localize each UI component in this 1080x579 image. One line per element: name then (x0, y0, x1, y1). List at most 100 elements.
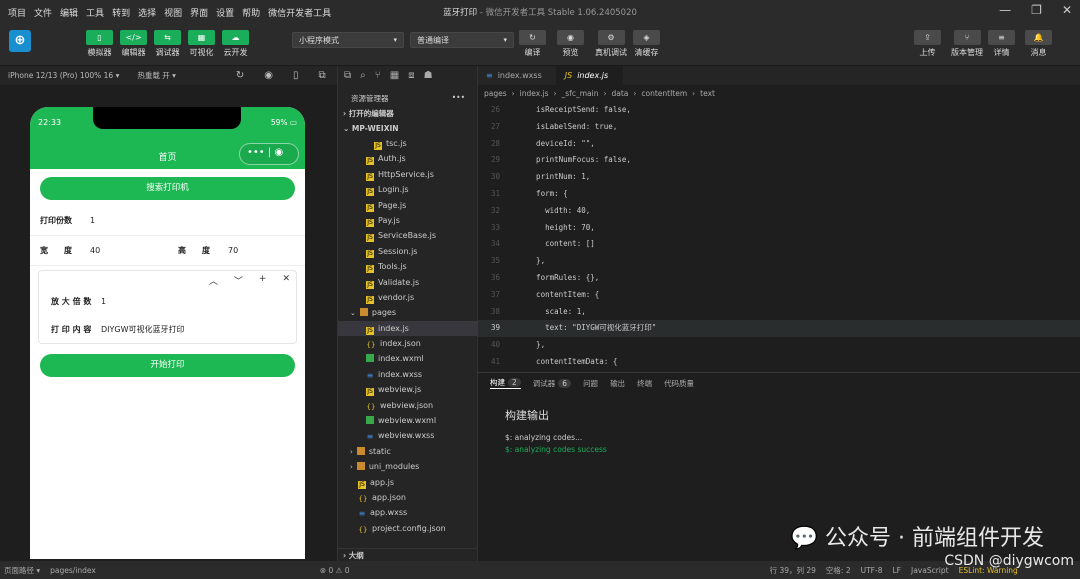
more-icon[interactable]: ••• (247, 147, 265, 158)
line-ending[interactable]: LF (892, 566, 901, 575)
files-icon[interactable]: ⧉ (344, 70, 351, 81)
file-item[interactable]: ≡ webview.wxss (338, 428, 478, 443)
file-item[interactable]: JS Tools.js (338, 259, 478, 274)
file-item[interactable]: {} webview.json (338, 398, 478, 413)
folder-item[interactable]: › static (338, 444, 478, 459)
editor-tab[interactable]: JS index.js (556, 66, 624, 85)
file-item[interactable]: JS HttpService.js (338, 167, 478, 182)
docker-icon[interactable]: ☗ (424, 70, 433, 81)
folder-item[interactable]: › uni_modules (338, 459, 478, 474)
panel-tab[interactable]: 输出 (610, 378, 625, 389)
problems-count[interactable]: ⊗ 0 ⚠ 0 (320, 566, 350, 575)
file-item[interactable]: JS tsc.js (338, 136, 478, 151)
refresh-icon[interactable]: ↻ (236, 70, 244, 81)
maximize-icon[interactable]: ❐ (1031, 3, 1042, 17)
project-section[interactable]: ⌄ MP-WEIXIN (338, 122, 477, 135)
search-printer-button[interactable]: 搜索打印机 (40, 177, 295, 200)
record-icon[interactable]: ◉ (264, 70, 273, 81)
encoding[interactable]: UTF-8 (861, 566, 883, 575)
toolbar-button-1[interactable]: ⑂ 版本管理 (951, 30, 983, 58)
menu-item[interactable]: 视图 (164, 6, 182, 19)
file-item[interactable]: JS Page.js (338, 198, 478, 213)
compile-select[interactable]: 普通编译 ▾ (410, 32, 514, 48)
more-icon[interactable]: ••• (452, 93, 465, 107)
file-item[interactable]: JS app.js (338, 475, 478, 490)
close-icon[interactable]: ✕ (282, 274, 290, 287)
menu-item[interactable]: 转到 (112, 6, 130, 19)
file-item[interactable]: ≡ index.wxss (338, 367, 478, 382)
toolbar-button-3[interactable]: ◈ 清缓存 (633, 30, 660, 58)
toolbar-button-2[interactable]: ⇆ 调试器 (154, 30, 181, 58)
panel-tab[interactable]: 构建 2 (490, 377, 521, 389)
toolbar-button-0[interactable]: ↻ 编译 (519, 30, 546, 58)
toolbar-button-2[interactable]: ⚙ 真机调试 (595, 30, 627, 58)
editor-tab[interactable]: ≡ index.wxss (478, 66, 557, 85)
file-item[interactable]: JS Pay.js (338, 213, 478, 228)
language-mode[interactable]: JavaScript (911, 566, 949, 575)
menu-item[interactable]: 界面 (190, 6, 208, 19)
chevron-up-icon[interactable]: ︿ (209, 274, 218, 287)
folder-item[interactable]: ⌄ pages (338, 305, 478, 320)
file-item[interactable]: JS vendor.js (338, 290, 478, 305)
toolbar-button-1[interactable]: </> 编辑器 (120, 30, 147, 58)
source-control-icon[interactable]: ⑂ (375, 70, 381, 81)
breadcrumb-item[interactable]: text (700, 89, 715, 98)
breadcrumb-item[interactable]: pages (484, 89, 507, 98)
toolbar-button-3[interactable]: 🔔 消息 (1025, 30, 1052, 58)
device-select[interactable]: iPhone 12/13 (Pro) 100% 16 ▾ (8, 71, 119, 80)
toolbar-button-1[interactable]: ◉ 预览 (557, 30, 584, 58)
indent-setting[interactable]: 空格: 2 (826, 565, 851, 576)
menu-item[interactable]: 微信开发者工具 (268, 6, 331, 19)
file-item[interactable]: JS Validate.js (338, 275, 478, 290)
panel-tab[interactable]: 调试器 6 (533, 378, 572, 389)
file-item[interactable]: {} app.json (338, 490, 478, 505)
menu-item[interactable]: 编辑 (60, 6, 78, 19)
phone-icon[interactable]: ▯ (293, 70, 299, 81)
chevron-down-icon[interactable]: ﹀ (234, 274, 243, 287)
file-item[interactable]: JS ServiceBase.js (338, 228, 478, 243)
close-icon[interactable]: ✕ (1062, 3, 1072, 17)
breadcrumb-item[interactable]: index.js (520, 89, 549, 98)
outline-section[interactable]: › 大纲 (338, 548, 478, 561)
toolbar-button-2[interactable]: ≡ 详情 (988, 30, 1015, 58)
file-item[interactable]: JS Login.js (338, 182, 478, 197)
breadcrumb-item[interactable]: _sfc_main (562, 89, 599, 98)
file-item[interactable]: JS webview.js (338, 382, 478, 397)
file-item[interactable]: webview.wxml (338, 413, 478, 428)
file-item[interactable]: JS Auth.js (338, 151, 478, 166)
menu-item[interactable]: 设置 (216, 6, 234, 19)
debug-icon[interactable]: ⧈ (408, 70, 414, 81)
panel-tab[interactable]: 代码质量 (664, 378, 694, 389)
panel-tab[interactable]: 问题 (583, 378, 598, 389)
code-area[interactable]: 26 isReceiptSend: false, 27 isLabelSend: … (478, 102, 1080, 371)
toolbar-button-4[interactable]: ☁ 云开发 (222, 30, 249, 58)
menu-item[interactable]: 文件 (34, 6, 52, 19)
file-item[interactable]: JS index.js (338, 320, 478, 337)
toolbar-button-0[interactable]: ▯ 模拟器 (86, 30, 113, 58)
open-editors-section[interactable]: › 打开的编辑器 (338, 107, 477, 120)
extensions-icon[interactable]: ▦ (390, 70, 399, 81)
content-input[interactable]: DIYGW可视化蓝牙打印 (101, 324, 185, 335)
copies-input[interactable]: 1 (90, 216, 95, 225)
minimize-icon[interactable]: — (999, 3, 1011, 17)
file-item[interactable]: {} project.config.json (338, 521, 478, 536)
toolbar-button-0[interactable]: ⇪ 上传 (914, 30, 941, 58)
search-icon[interactable]: ⌕ (360, 70, 366, 81)
cursor-position[interactable]: 行 39，列 29 (770, 565, 816, 576)
add-icon[interactable]: + (259, 274, 267, 287)
close-circle-icon[interactable]: ◉ (274, 147, 283, 158)
file-item[interactable]: index.wxml (338, 351, 478, 366)
scale-input[interactable]: 1 (101, 297, 106, 306)
menu-item[interactable]: 项目 (8, 6, 26, 19)
panel-tab[interactable]: 终端 (637, 378, 652, 389)
mode-select[interactable]: 小程序模式 ▾ (292, 32, 404, 48)
menu-item[interactable]: 工具 (86, 6, 104, 19)
breadcrumb-item[interactable]: contentItem (641, 89, 687, 98)
popout-icon[interactable]: ⧉ (319, 70, 326, 81)
file-item[interactable]: {} index.json (338, 336, 478, 351)
menu-item[interactable]: 选择 (138, 6, 156, 19)
page-path-select[interactable]: 页面路径 ▾ (4, 565, 40, 576)
breadcrumb-item[interactable]: data (611, 89, 628, 98)
mini-program-capsule[interactable]: ••• | ◉ (239, 143, 299, 165)
file-item[interactable]: ≡ app.wxss (338, 505, 478, 520)
